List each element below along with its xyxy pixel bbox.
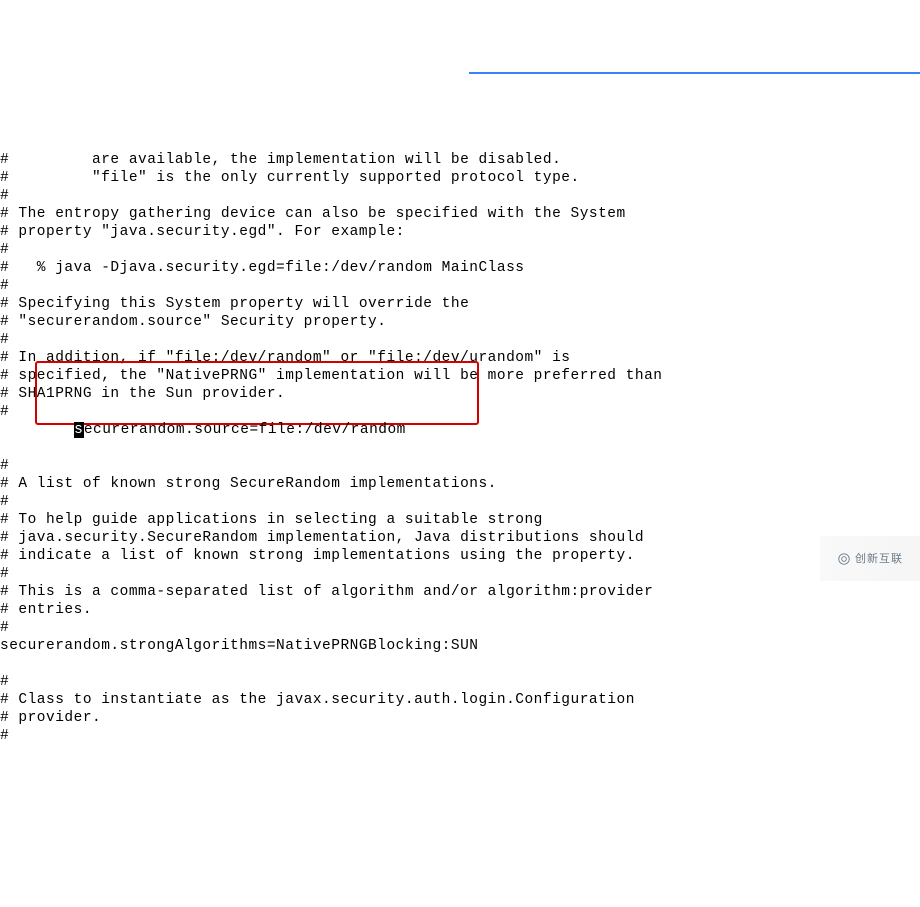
config-line: # specified, the "NativePRNG" implementa… [0,367,920,385]
watermark-logo: 创新互联 [820,536,920,581]
editor-content[interactable]: # are available, the implementation will… [0,115,920,781]
config-line: # [0,727,920,745]
config-line: # In addition, if "file:/dev/random" or … [0,349,920,367]
config-line: # [0,331,920,349]
config-line: # java.security.SecureRandom implementat… [0,529,920,547]
config-line: # Specifying this System property will o… [0,295,920,313]
config-line: # [0,403,920,421]
config-line: securerandom.strongAlgorithms=NativePRNG… [0,637,920,655]
config-line: # The entropy gathering device can also … [0,205,920,223]
config-line: # [0,619,920,637]
config-line: # [0,187,920,205]
config-line-highlighted: securerandom.source=file:/dev/random [0,421,920,439]
progress-bar [469,72,920,74]
config-line: # To help guide applications in selectin… [0,511,920,529]
config-line [0,439,920,457]
config-line: # SHA1PRNG in the Sun provider. [0,385,920,403]
config-line: # This is a comma-separated list of algo… [0,583,920,601]
config-line: # "securerandom.source" Security propert… [0,313,920,331]
config-line: # indicate a list of known strong implem… [0,547,920,565]
config-line: # % java -Djava.security.egd=file:/dev/r… [0,259,920,277]
watermark-text: 创新互联 [855,550,903,568]
config-line: # are available, the implementation will… [0,151,920,169]
config-line: # [0,493,920,511]
config-line: # [0,457,920,475]
config-line: # provider. [0,709,920,727]
cursor: s [74,422,84,438]
config-line [0,655,920,673]
config-line: # [0,565,920,583]
config-line: # Class to instantiate as the javax.secu… [0,691,920,709]
config-line: # [0,673,920,691]
config-line: # "file" is the only currently supported… [0,169,920,187]
config-line: # property "java.security.egd". For exam… [0,223,920,241]
config-line: # A list of known strong SecureRandom im… [0,475,920,493]
config-line: # entries. [0,601,920,619]
config-line: # [0,277,920,295]
config-line: # [0,241,920,259]
